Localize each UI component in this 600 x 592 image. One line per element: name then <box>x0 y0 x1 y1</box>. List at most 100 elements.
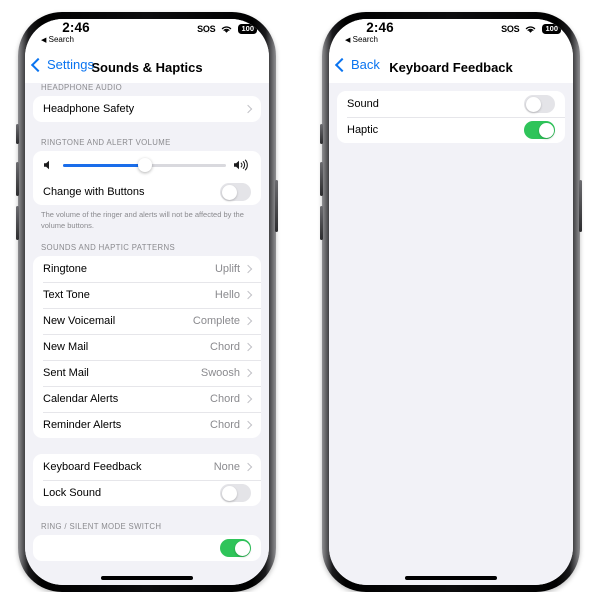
haptic-toggle[interactable] <box>524 121 555 139</box>
section-card-headphone-audio: Headphone Safety <box>33 96 261 122</box>
volume-down-button[interactable] <box>16 206 19 240</box>
row-value: Hello <box>214 289 240 301</box>
row-sent-mail[interactable]: Sent Mail Swoosh <box>33 360 261 386</box>
ring-silent-toggle[interactable] <box>220 539 251 557</box>
row-ringtone[interactable]: Ringtone Uplift <box>33 256 261 282</box>
sound-toggle[interactable] <box>524 95 555 113</box>
power-button[interactable] <box>275 180 278 232</box>
navigation-bar-right: Back Keyboard Feedback <box>329 53 573 83</box>
chevron-right-icon <box>243 342 253 352</box>
change-with-buttons-toggle[interactable] <box>220 183 251 201</box>
row-value: Chord <box>210 393 240 405</box>
silent-switch-button[interactable] <box>320 124 323 144</box>
chevron-right-icon <box>243 462 253 472</box>
row-lock-sound[interactable]: Lock Sound <box>33 480 261 506</box>
silent-switch-button[interactable] <box>16 124 19 144</box>
toggle-knob <box>538 122 554 138</box>
wifi-icon <box>222 26 232 33</box>
status-bar-right-group: SOS .... 100 <box>197 24 259 34</box>
back-button[interactable]: Back <box>334 57 380 72</box>
chevron-left-icon <box>30 57 46 72</box>
row-new-mail[interactable]: New Mail Chord <box>33 334 261 360</box>
toggle-knob <box>234 540 250 556</box>
row-keyboard-feedback[interactable]: Keyboard Feedback None <box>33 454 261 480</box>
row-value: Complete <box>192 315 240 327</box>
status-bar-left: 2:46 ◀ Search SOS .... 100 <box>25 19 269 53</box>
chevron-left-icon <box>334 57 350 72</box>
clock: 2:46 <box>62 20 90 35</box>
row-ring-silent[interactable] <box>33 535 261 561</box>
back-button-label: Back <box>351 57 380 72</box>
speaker-high-icon <box>234 159 248 171</box>
status-bar-left-group: 2:46 ◀ Search <box>343 20 417 46</box>
volume-slider-fill <box>63 163 145 167</box>
back-arrow-icon: ◀ <box>41 36 47 44</box>
back-arrow-icon: ◀ <box>345 36 351 44</box>
sos-indicator: SOS .... <box>197 24 216 34</box>
row-label: Ringtone <box>43 263 88 275</box>
row-change-with-buttons[interactable]: Change with Buttons <box>33 179 261 205</box>
navigation-bar-left: Settings Sounds & Haptics <box>25 53 269 83</box>
clock: 2:46 <box>366 20 394 35</box>
row-new-voicemail[interactable]: New Voicemail Complete <box>33 308 261 334</box>
screenshot-stage: 2:46 ◀ Search SOS .... 100 Settings Soun… <box>0 0 600 592</box>
row-label: Reminder Alerts <box>43 419 122 431</box>
volume-up-button[interactable] <box>320 162 323 196</box>
row-haptic[interactable]: Haptic <box>337 117 565 143</box>
settings-list-right[interactable]: Sound Haptic <box>329 83 573 585</box>
volume-slider-knob[interactable] <box>137 158 152 172</box>
volume-slider[interactable] <box>63 158 226 172</box>
row-label: New Mail <box>43 341 89 353</box>
chevron-right-icon <box>243 264 253 274</box>
row-label: Keyboard Feedback <box>43 461 142 473</box>
settings-list-left[interactable]: HEADPHONE AUDIO Headphone Safety RINGTON… <box>25 83 269 585</box>
back-button-settings[interactable]: Settings <box>30 57 94 72</box>
row-label: Haptic <box>347 124 379 136</box>
power-button[interactable] <box>579 180 582 232</box>
row-label: Calendar Alerts <box>43 393 119 405</box>
row-headphone-safety[interactable]: Headphone Safety <box>33 96 261 122</box>
row-volume-slider[interactable] <box>33 151 261 179</box>
home-indicator[interactable] <box>405 576 497 580</box>
section-card-sounds-patterns: Ringtone Uplift Text Tone Hello New Voic… <box>33 256 261 438</box>
lock-sound-toggle[interactable] <box>220 484 251 502</box>
row-value: Swoosh <box>200 367 240 379</box>
section-header-ring-silent: RING / SILENT MODE SWITCH <box>41 522 162 531</box>
row-label: Sent Mail <box>43 367 89 379</box>
wifi-icon <box>526 26 536 33</box>
chevron-right-icon <box>243 104 253 114</box>
status-bar-left-group: 2:46 ◀ Search <box>39 20 113 46</box>
row-label: Lock Sound <box>43 487 102 499</box>
back-to-search-link[interactable]: ◀ Search <box>39 35 113 46</box>
chevron-right-icon <box>243 316 253 326</box>
row-label: Text Tone <box>43 289 90 301</box>
speaker-low-icon <box>44 160 49 170</box>
row-text-tone[interactable]: Text Tone Hello <box>33 282 261 308</box>
row-reminder-alerts[interactable]: Reminder Alerts Chord <box>33 412 261 438</box>
volume-up-button[interactable] <box>16 162 19 196</box>
chevron-right-icon <box>243 290 253 300</box>
section-card-keyboard-lock: Keyboard Feedback None Lock Sound <box>33 454 261 506</box>
screen-left: 2:46 ◀ Search SOS .... 100 Settings Soun… <box>25 19 269 585</box>
row-sound[interactable]: Sound <box>337 91 565 117</box>
volume-down-button[interactable] <box>320 206 323 240</box>
battery-indicator: 100 <box>542 24 563 34</box>
row-calendar-alerts[interactable]: Calendar Alerts Chord <box>33 386 261 412</box>
row-label: Change with Buttons <box>43 186 145 198</box>
battery-indicator: 100 <box>238 24 259 34</box>
toggle-knob <box>221 485 237 501</box>
toggle-knob <box>525 96 541 112</box>
chevron-right-icon <box>243 420 253 430</box>
sos-dots: .... <box>202 29 210 34</box>
chevron-right-icon <box>243 368 253 378</box>
row-label: New Voicemail <box>43 315 116 327</box>
section-card-ringtone-volume: Change with Buttons <box>33 151 261 205</box>
home-indicator[interactable] <box>101 576 193 580</box>
row-value: Chord <box>210 419 240 431</box>
back-to-search-link[interactable]: ◀ Search <box>343 35 417 46</box>
row-label: Headphone Safety <box>43 103 135 115</box>
